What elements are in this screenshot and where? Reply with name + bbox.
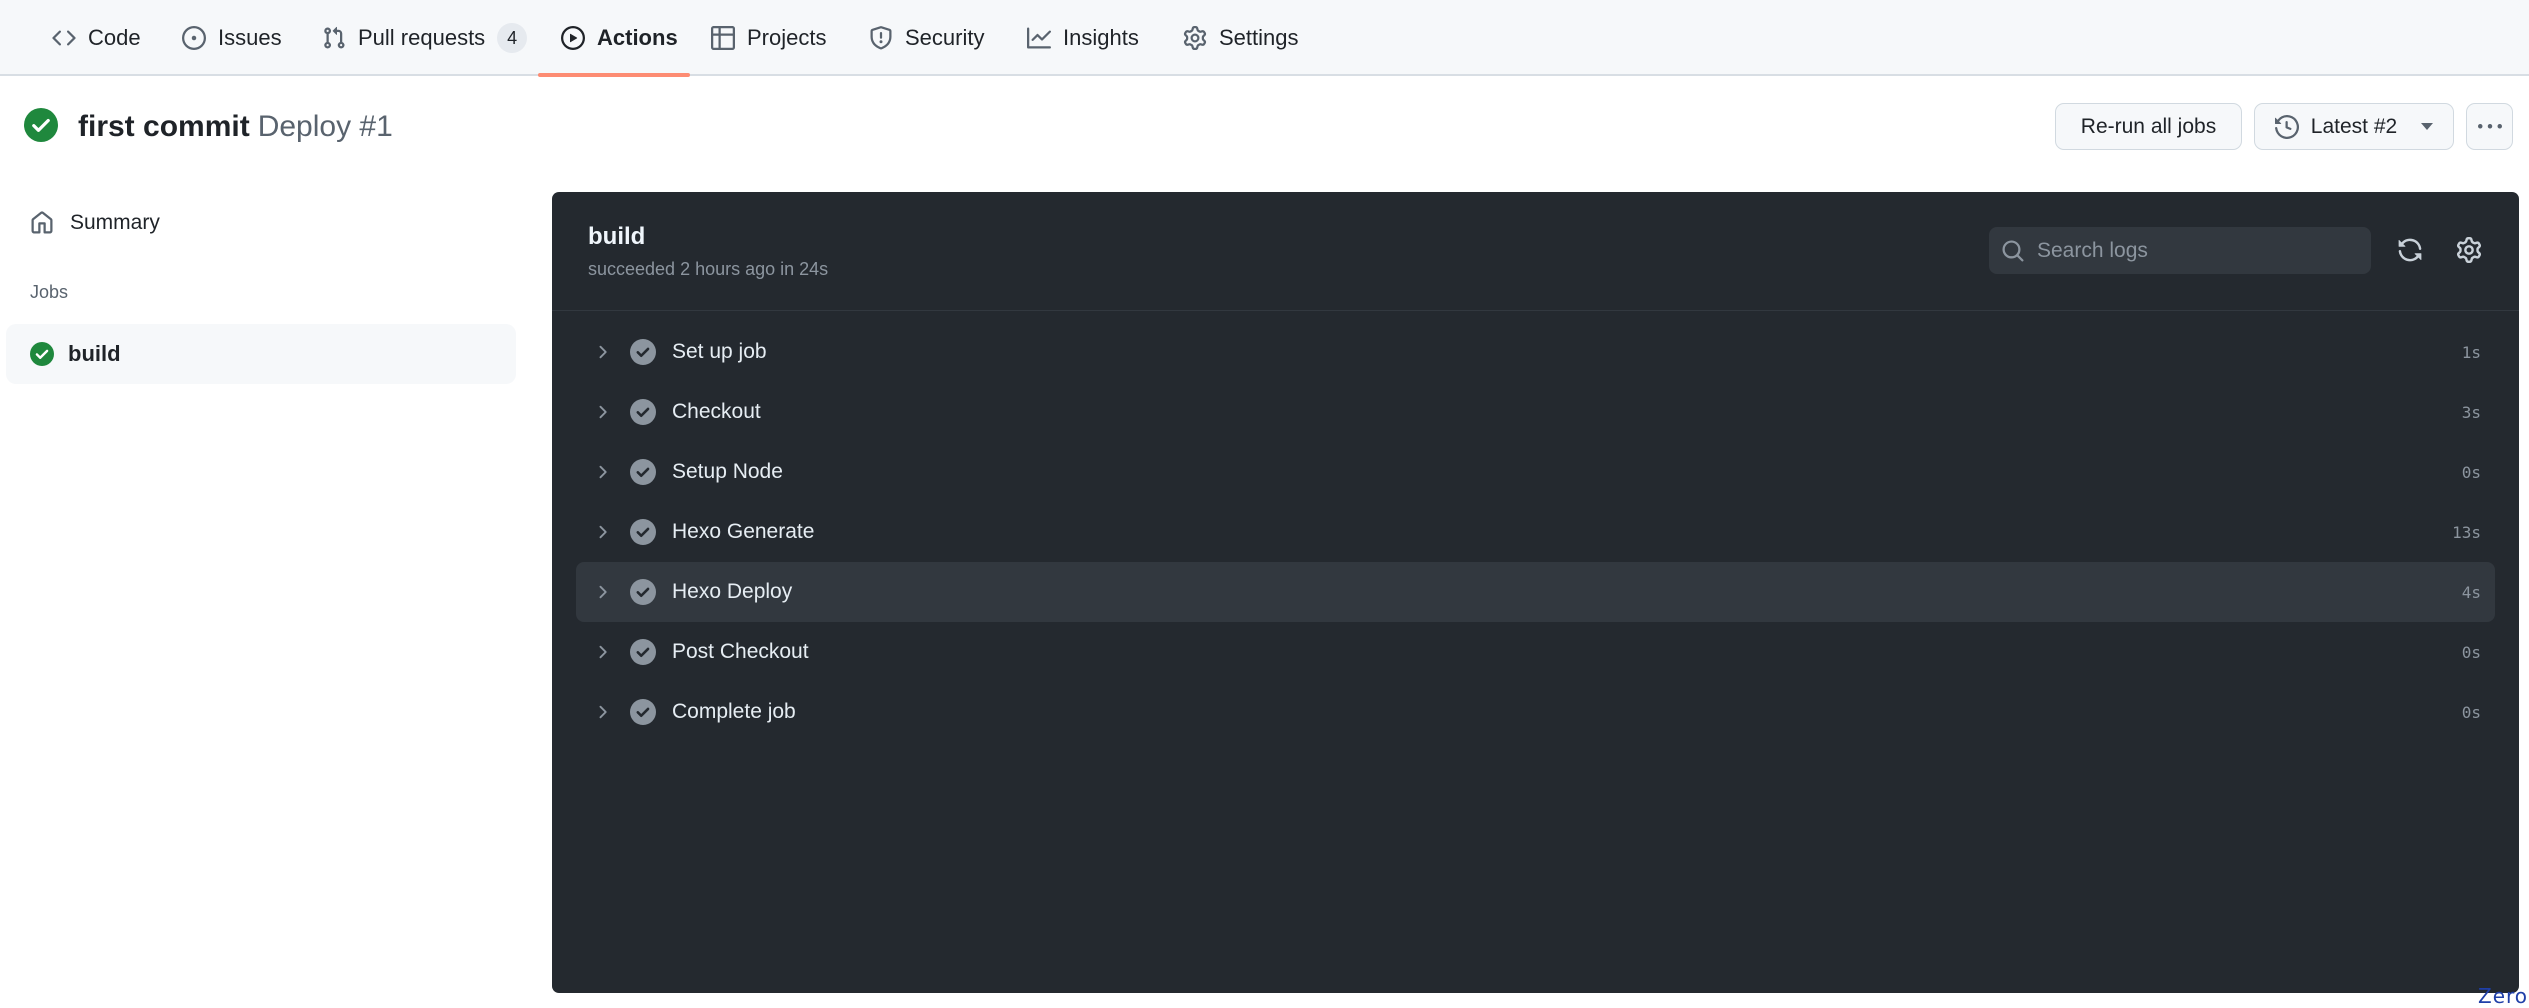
repo-nav: Code Issues Pull requests 4 Actions Proj… <box>0 0 2529 77</box>
tab-projects[interactable]: Projects <box>711 0 826 76</box>
step-duration: 4s <box>2461 582 2481 602</box>
tab-insights[interactable]: Insights <box>1027 0 1139 76</box>
code-icon <box>52 26 76 50</box>
rerun-all-jobs-button[interactable]: Re-run all jobs <box>2055 103 2242 150</box>
table-icon <box>711 26 735 50</box>
tab-code[interactable]: Code <box>52 0 141 76</box>
tab-label: Code <box>88 25 141 50</box>
tab-label: Insights <box>1063 25 1139 50</box>
chevron-right-icon[interactable] <box>592 402 612 422</box>
refresh-button[interactable] <box>2395 235 2425 265</box>
search-logs-field[interactable] <box>1989 227 2371 274</box>
tab-label: Issues <box>218 25 282 50</box>
sidebar-job-build[interactable]: build <box>6 324 516 384</box>
tab-label: Security <box>905 25 985 50</box>
search-logs-input[interactable] <box>2037 238 2357 263</box>
pull-request-count-badge: 4 <box>497 23 528 53</box>
step-name: Setup Node <box>672 460 783 483</box>
tab-label: Actions <box>597 25 678 50</box>
job-step[interactable]: Set up job 1s <box>576 322 2495 382</box>
caret-down-icon <box>2421 123 2434 130</box>
rerun-label: Re-run all jobs <box>2080 114 2217 138</box>
attempt-selector-button[interactable]: Latest #2 <box>2254 103 2454 150</box>
run-header: first commit Deploy #1 <box>24 104 393 146</box>
shield-icon <box>869 26 893 50</box>
sync-icon <box>2397 237 2423 263</box>
home-icon <box>30 211 54 235</box>
watermark: Zero <box>2478 984 2529 1008</box>
chevron-right-icon[interactable] <box>592 522 612 542</box>
success-check-icon <box>24 108 58 142</box>
step-name: Hexo Generate <box>672 520 815 543</box>
graph-icon <box>1027 26 1051 50</box>
sidebar-item-summary[interactable]: Summary <box>6 201 516 245</box>
attempt-label: Latest #2 <box>2310 114 2398 138</box>
log-settings-button[interactable] <box>2454 235 2484 265</box>
more-options-button[interactable] <box>2466 103 2513 150</box>
step-success-icon <box>630 339 656 365</box>
step-success-icon <box>630 699 656 725</box>
active-tab-indicator <box>538 73 690 77</box>
search-icon <box>2001 239 2025 263</box>
step-duration: 0s <box>2461 642 2481 662</box>
tab-label: Pull requests <box>358 25 486 50</box>
jobs-heading: Jobs <box>30 282 69 302</box>
job-step[interactable]: Setup Node 0s <box>576 442 2495 502</box>
tab-security[interactable]: Security <box>869 0 984 76</box>
job-title: build <box>588 223 646 250</box>
step-success-icon <box>630 579 656 605</box>
chevron-right-icon[interactable] <box>592 582 612 602</box>
kebab-horizontal-icon <box>2477 115 2502 139</box>
step-duration: 0s <box>2461 462 2481 482</box>
step-name: Set up job <box>672 340 767 363</box>
page-title: first commit Deploy #1 <box>78 107 393 144</box>
job-step[interactable]: Hexo Deploy 4s <box>576 562 2495 622</box>
step-success-icon <box>630 399 656 425</box>
chevron-right-icon[interactable] <box>592 342 612 362</box>
step-name: Checkout <box>672 400 761 423</box>
step-duration: 3s <box>2461 402 2481 422</box>
git-pull-request-icon <box>322 26 346 50</box>
job-log-panel: build succeeded 2 hours ago in 24s Set u… <box>552 192 2519 993</box>
tab-issues[interactable]: Issues <box>182 0 282 76</box>
step-success-icon <box>630 459 656 485</box>
job-step[interactable]: Complete job 0s <box>576 682 2495 742</box>
chevron-right-icon[interactable] <box>592 462 612 482</box>
step-name: Post Checkout <box>672 640 809 663</box>
gear-icon <box>2456 237 2482 263</box>
step-success-icon <box>630 639 656 665</box>
job-steps-list: Set up job 1s Checkout 3s Setup Node 0s … <box>576 322 2495 742</box>
tab-label: Projects <box>747 25 827 50</box>
step-duration: 1s <box>2461 342 2481 362</box>
tab-pull-requests[interactable]: Pull requests 4 <box>322 0 528 76</box>
issue-opened-icon <box>182 26 206 50</box>
history-icon <box>2274 114 2299 139</box>
workflow-run-number: Deploy #1 <box>257 109 393 143</box>
step-name: Hexo Deploy <box>672 580 793 603</box>
job-log-header: build succeeded 2 hours ago in 24s <box>552 192 2519 311</box>
step-name: Complete job <box>672 700 796 723</box>
summary-label: Summary <box>70 211 160 234</box>
run-title: first commit <box>78 109 250 143</box>
job-step[interactable]: Post Checkout 0s <box>576 622 2495 682</box>
job-step[interactable]: Checkout 3s <box>576 382 2495 442</box>
tab-settings[interactable]: Settings <box>1183 0 1299 76</box>
chevron-right-icon[interactable] <box>592 642 612 662</box>
success-check-icon <box>30 342 54 366</box>
step-success-icon <box>630 519 656 545</box>
step-duration: 0s <box>2461 702 2481 722</box>
job-status-text: succeeded 2 hours ago in 24s <box>588 259 829 279</box>
play-icon <box>561 26 585 50</box>
job-name: build <box>68 341 121 366</box>
tab-actions[interactable]: Actions <box>561 0 678 76</box>
gear-icon <box>1183 26 1207 50</box>
job-step[interactable]: Hexo Generate 13s <box>576 502 2495 562</box>
step-duration: 13s <box>2452 522 2481 542</box>
chevron-right-icon[interactable] <box>592 702 612 722</box>
tab-label: Settings <box>1219 25 1299 50</box>
